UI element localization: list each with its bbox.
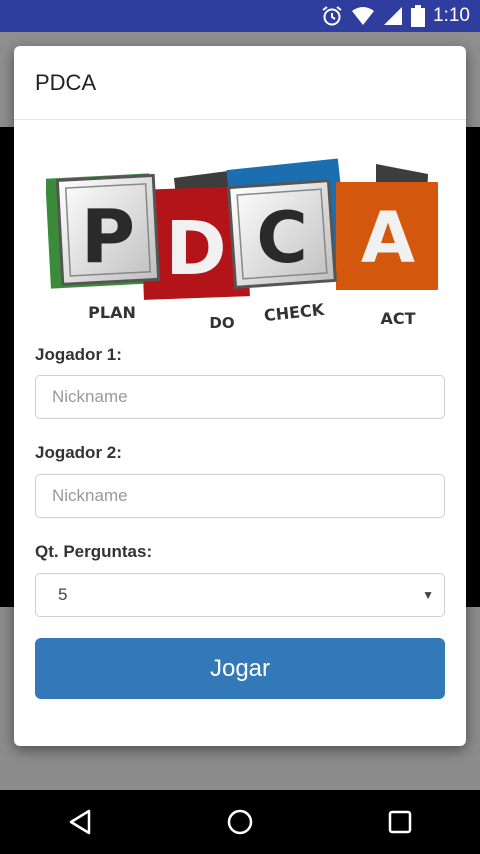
navigation-bar [0, 790, 480, 854]
questions-count-label: Qt. Perguntas: [35, 542, 153, 561]
alarm-icon [322, 6, 342, 26]
logo-word-check: CHECK [263, 300, 325, 325]
player1-nickname-input[interactable] [35, 375, 445, 419]
logo-word-act: ACT [380, 309, 415, 328]
play-button[interactable]: Jogar [35, 638, 445, 699]
logo-word-do: DO [209, 314, 234, 332]
recents-button[interactable] [370, 792, 430, 852]
caret-down-icon: ▼ [422, 588, 434, 602]
player2-nickname-input[interactable] [35, 474, 445, 518]
dialog-title: PDCA [35, 69, 97, 95]
clock-time: 1:10 [433, 5, 470, 26]
status-bar: 1:10 [0, 0, 480, 32]
questions-count-select[interactable]: 5 ▼ [35, 573, 445, 617]
logo-word-plan: PLAN [88, 303, 136, 322]
wifi-icon [352, 7, 375, 25]
play-button-label: Jogar [209, 654, 271, 682]
pdca-dialog: PDCA P D C A PLAN DO CHECK ACT Jogador 1… [14, 46, 466, 746]
questions-count-value: 5 [58, 585, 68, 604]
back-button[interactable] [50, 792, 110, 852]
dialog-header: PDCA [14, 46, 466, 120]
battery-icon [411, 5, 426, 27]
recents-icon [388, 810, 412, 834]
logo-letter-d: D [165, 206, 226, 292]
logo-letter-a: A [361, 197, 415, 279]
logo-letter-p: P [81, 194, 135, 280]
logo-letter-c: C [256, 197, 307, 279]
player1-label: Jogador 1: [35, 345, 122, 364]
home-icon [227, 809, 253, 835]
player2-label: Jogador 2: [35, 443, 122, 462]
signal-icon [384, 7, 403, 25]
pdca-logo: P D C A PLAN DO CHECK ACT [46, 158, 438, 332]
back-icon [69, 809, 91, 835]
home-button[interactable] [210, 792, 270, 852]
